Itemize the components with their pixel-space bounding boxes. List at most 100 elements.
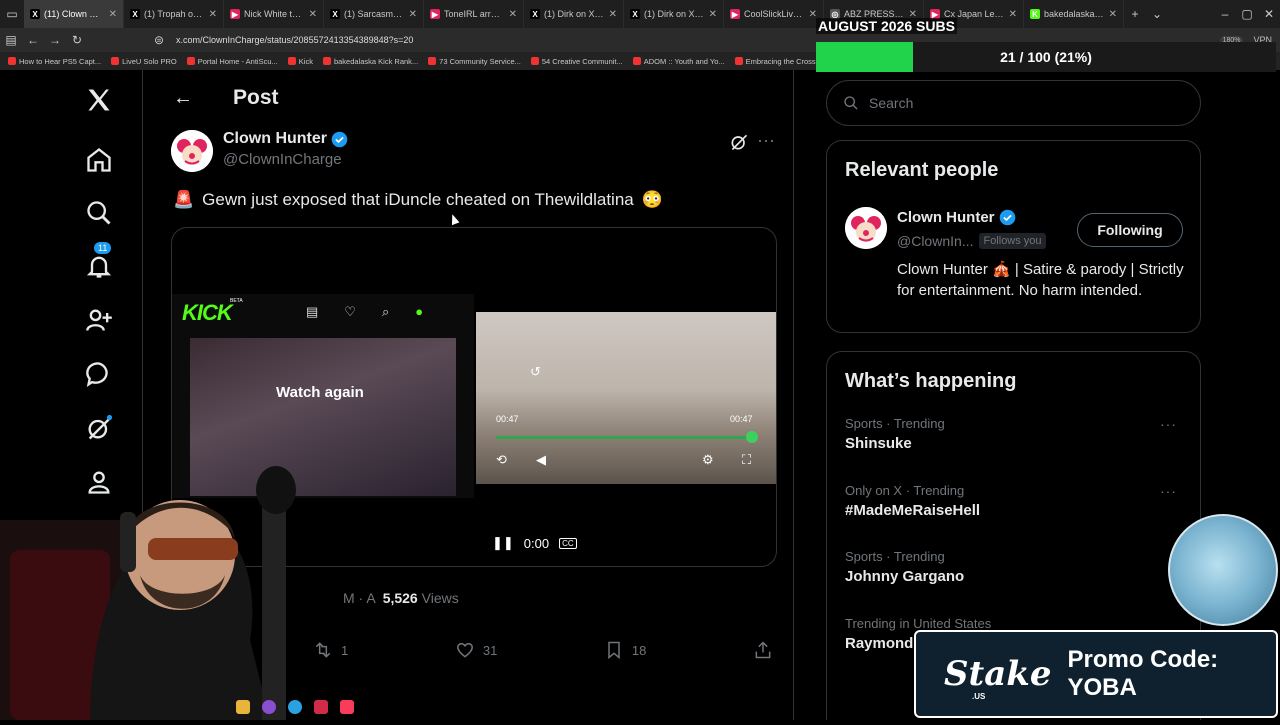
x-logo-icon[interactable] — [72, 80, 126, 120]
file-explorer-icon[interactable] — [236, 700, 250, 714]
telegram-icon[interactable] — [288, 700, 302, 714]
following-button[interactable]: Following — [1077, 213, 1183, 247]
tab-favicon-icon: X — [530, 9, 540, 19]
browser-tab[interactable]: X (1) Tropah on X: " ✕ — [124, 0, 224, 28]
post-text-body: Gewn just exposed that iDuncle cheated o… — [202, 190, 634, 209]
bookmark-favicon-icon — [322, 57, 331, 65]
flushed-emoji-icon: 😳 — [641, 190, 663, 209]
back-arrow-icon[interactable]: ← — [22, 33, 44, 47]
tab-favicon-icon: X — [330, 9, 340, 19]
post-more-options-icon[interactable]: ··· — [757, 130, 775, 151]
author-name-text[interactable]: Clown Hunter — [223, 130, 327, 148]
tab-favicon-icon: X — [630, 9, 640, 19]
author-handle[interactable]: @ClownInCharge — [223, 151, 348, 168]
captions-icon[interactable]: CC — [559, 537, 577, 549]
tab-close-icon[interactable]: ✕ — [109, 9, 117, 20]
bookmark-item[interactable]: 54 Creative Communit... — [530, 57, 623, 66]
bookmark-label: LiveU Solo PRO — [122, 56, 177, 66]
author-avatar[interactable] — [171, 130, 213, 172]
bookmark-favicon-icon — [186, 57, 195, 65]
tab-actions-icon[interactable]: ▭ — [0, 7, 24, 21]
fullscreen-icon: ⛶ — [742, 452, 752, 467]
watch-again-label[interactable]: Watch again — [276, 384, 364, 401]
tab-label: (11) Clown Hunter — [44, 9, 105, 19]
bookmark-label: Kick — [298, 56, 313, 66]
home-icon[interactable] — [72, 140, 126, 180]
bookmark-item[interactable]: bakedalaska Kick Rank... — [322, 56, 419, 66]
messages-chat-icon[interactable] — [72, 354, 126, 394]
tab-favicon-icon: ▶ — [430, 9, 440, 19]
kick-logo: KICK — [182, 300, 233, 325]
browser-tab[interactable]: ▶ ToneIRL arrested - ✕ — [424, 0, 524, 28]
reload-icon[interactable]: ↻ — [66, 33, 88, 47]
browser-tab[interactable]: X (11) Clown Hunter ✕ — [24, 0, 124, 28]
search-input[interactable]: Search — [826, 80, 1201, 126]
trend-more-options-icon[interactable]: ··· — [1160, 483, 1177, 499]
trend-item[interactable]: Only on X · Trending #MadeMeRaiseHell ··· — [845, 483, 1185, 519]
explore-search-icon[interactable] — [72, 193, 126, 233]
person-name[interactable]: Clown Hunter — [897, 209, 1016, 226]
bookmark-favicon-icon — [111, 57, 120, 65]
whats-happening-title: What’s happening — [845, 370, 1017, 392]
channel-mascot-logo — [1168, 514, 1278, 626]
share-button[interactable] — [753, 640, 773, 660]
back-arrow-icon[interactable]: ← — [173, 87, 193, 110]
notifications-count-badge: 11 — [94, 242, 112, 254]
subs-goal-title: AUGUST 2026 SUBS — [816, 18, 957, 34]
trend-meta: Sports · Trending — [845, 549, 945, 564]
trend-item[interactable]: Sports · Trending Shinsuke ··· — [845, 416, 1185, 452]
post-actions: 1 31 18 — [313, 640, 773, 660]
bookmark-item[interactable]: ADOM :: Youth and Yo... — [632, 57, 725, 66]
browser-tab[interactable]: X (1) Dirk on X: "Wor ✕ — [624, 0, 724, 28]
bookmark-favicon-icon — [632, 57, 641, 65]
person-name-text[interactable]: Clown Hunter — [897, 209, 995, 226]
bookmark-item[interactable]: 73 Community Service... — [428, 57, 521, 66]
url-field[interactable]: x.com/ClownInCharge/status/2085572413354… — [176, 35, 413, 45]
browser-tab[interactable]: ▶CoolSlickLive: The F✕ — [724, 0, 824, 28]
bookmark-label: bakedalaska Kick Rank... — [333, 56, 419, 66]
bookmark-label: How to Hear PS5 Capt... — [19, 56, 102, 66]
grok-icon[interactable] — [72, 408, 126, 448]
tab-close-icon[interactable]: ✕ — [609, 9, 617, 20]
player-time: 0:00 — [523, 535, 550, 551]
bookmark-button[interactable]: 18 — [604, 640, 646, 660]
browser-tab[interactable]: X (1) Sarcasmo on X: ✕ — [324, 0, 424, 28]
follow-user-icon[interactable] — [72, 300, 126, 340]
tab-close-icon[interactable]: ✕ — [509, 9, 517, 20]
verified-badge-icon — [999, 209, 1015, 226]
search-icon: ⌕ — [381, 304, 390, 319]
app-icon[interactable] — [314, 700, 328, 714]
bookmark-item[interactable]: How to Hear PS5 Capt... — [8, 57, 101, 66]
subs-goal-bar: 21 / 100 (21%) — [816, 42, 1276, 72]
views-label: Views — [421, 590, 459, 606]
tab-label: (1) Tropah on X: " — [144, 9, 205, 19]
app-icon[interactable] — [262, 700, 276, 714]
pause-icon[interactable]: ❚❚ — [492, 535, 514, 551]
tab-close-icon[interactable]: ✕ — [709, 9, 717, 20]
tab-close-icon[interactable]: ✕ — [309, 9, 317, 20]
forward-arrow-icon[interactable]: → — [44, 33, 66, 47]
tab-favicon-icon: X — [130, 9, 140, 19]
trend-more-options-icon[interactable]: ··· — [1160, 416, 1177, 432]
author-name[interactable]: Clown Hunter — [223, 130, 348, 148]
bookmark-item[interactable]: Portal Home - AntiScu... — [186, 57, 278, 66]
music-icon[interactable] — [340, 700, 354, 714]
site-info-icon[interactable]: ⊜ — [148, 33, 170, 47]
trend-meta: Sports · Trending — [845, 416, 945, 431]
tab-close-icon[interactable]: ✕ — [409, 9, 417, 20]
taskbar — [236, 696, 354, 718]
bookmark-item[interactable]: LiveU Solo PRO — [111, 57, 177, 66]
grok-explain-icon[interactable] — [729, 132, 749, 157]
browser-tab[interactable]: ▶ Nick White the ice ✕ — [224, 0, 324, 28]
bookmark-icon — [608, 641, 620, 660]
browser-tab[interactable]: X (1) Dirk on X: "Adin ✕ — [524, 0, 624, 28]
person-avatar[interactable] — [845, 207, 887, 249]
tab-label: (1) Sarcasmo on X: — [344, 9, 405, 19]
sidebar-toggle-icon[interactable]: ▤ — [0, 33, 22, 47]
like-button[interactable]: 31 — [455, 640, 497, 660]
bookmark-item[interactable]: Kick — [287, 56, 313, 66]
tab-close-icon[interactable]: ✕ — [209, 9, 217, 20]
person-handle[interactable]: @ClownIn... — [897, 233, 973, 249]
trend-item[interactable]: Sports · Trending Johnny Gargano — [845, 549, 1185, 585]
notifications-bell-icon[interactable]: 11 — [72, 242, 126, 286]
